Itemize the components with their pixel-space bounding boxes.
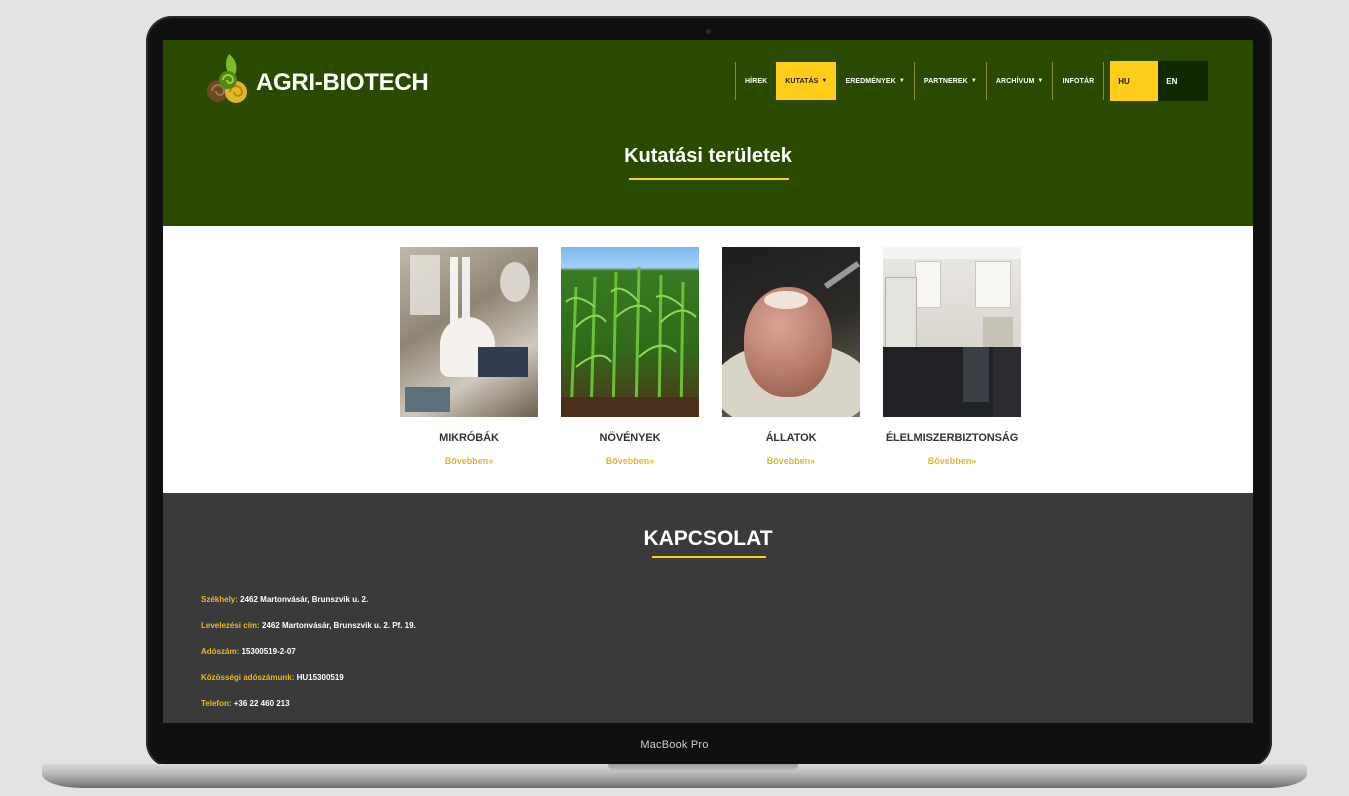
- contact-title: KAPCSOLAT: [643, 527, 773, 550]
- nav-item-eredmenyek[interactable]: EREDMÉNYEK ▼: [836, 62, 913, 100]
- contact-eu-tax-number: Közösségi adószámunk: HU15300519: [201, 673, 344, 682]
- contact-phone: Telefon: +36 22 460 213: [201, 699, 290, 708]
- research-areas: MIKRÓBÁK Bővebben» NÖVÉNYEK Bővebben» ÁL…: [163, 226, 1253, 493]
- research-card-title: ÉLELMISZERBIZTONSÁG: [885, 432, 1019, 444]
- research-card-novenyek[interactable]: NÖVÉNYEK Bővebben»: [561, 247, 699, 466]
- research-card-elelmiszerbiztonsag[interactable]: ÉLELMISZERBIZTONSÁG Bővebben»: [883, 247, 1021, 466]
- nav-item-label: HÍREK: [745, 77, 768, 85]
- more-link[interactable]: Bővebben»: [400, 456, 538, 466]
- contact-underline: [652, 556, 766, 558]
- chevron-down-icon: ▼: [821, 78, 828, 84]
- chevron-down-icon: ▼: [970, 78, 977, 84]
- nav-item-kutatas[interactable]: KUTATÁS ▼: [776, 62, 837, 100]
- contact-label: Levelezési cím:: [201, 621, 260, 630]
- brand-name[interactable]: AGRI-BIOTECH: [256, 69, 429, 97]
- research-card-title: MIKRÓBÁK: [439, 432, 499, 444]
- contact-address: Székhely: 2462 Martonvásár, Brunszvik u.…: [201, 595, 368, 604]
- logo-icon[interactable]: [203, 50, 255, 106]
- language-switcher: HU EN: [1110, 61, 1209, 101]
- language-en-button[interactable]: EN: [1158, 61, 1208, 101]
- research-card-title: ÁLLATOK: [765, 432, 817, 444]
- research-card-mikrobak[interactable]: MIKRÓBÁK Bővebben»: [400, 247, 538, 466]
- contact-mailing-address: Levelezési cím: 2462 Martonvásár, Brunsz…: [201, 621, 416, 630]
- contact-label: Telefon:: [201, 699, 232, 708]
- chevron-down-icon: ▼: [898, 78, 905, 84]
- more-link[interactable]: Bővebben»: [722, 456, 860, 466]
- nav-item-label: ARCHÍVUM: [995, 77, 1035, 85]
- research-card-allatok[interactable]: ÁLLATOK Bővebben»: [722, 247, 860, 466]
- language-hu-button[interactable]: HU: [1110, 61, 1159, 101]
- camera-icon: [706, 29, 711, 34]
- contact-value: 2462 Martonvásár, Brunszvik u. 2. Pf. 19…: [261, 621, 416, 630]
- more-link[interactable]: Bővebben»: [883, 456, 1021, 466]
- page-title: Kutatási területek: [624, 145, 792, 167]
- allatok-image[interactable]: [722, 247, 860, 417]
- nav-item-archivum[interactable]: ARCHÍVUM ▼: [987, 62, 1053, 100]
- screen: AGRI-BIOTECH HÍREK KUTATÁS ▼ EREDMÉNYEK …: [163, 40, 1253, 723]
- contact-value[interactable]: +36 22 460 213: [234, 699, 290, 708]
- contact-section: KAPCSOLAT Székhely: 2462 Martonvásár, Br…: [163, 493, 1253, 723]
- nav-item-infotar[interactable]: INFOTÁR: [1053, 62, 1103, 100]
- contact-value: 2462 Martonvásár, Brunszvik u. 2.: [240, 595, 369, 604]
- nav-separator: [1103, 62, 1105, 100]
- novenyek-image[interactable]: [561, 247, 699, 417]
- nav-item-label: PARTNEREK: [923, 77, 968, 85]
- device-label: MacBook Pro: [640, 739, 709, 751]
- contact-label: Adószám:: [201, 647, 240, 656]
- nav-item-partnerek[interactable]: PARTNEREK ▼: [915, 62, 986, 100]
- main-nav: HÍREK KUTATÁS ▼ EREDMÉNYEK ▼ PARTNEREK ▼…: [735, 61, 1209, 101]
- title-underline: [629, 178, 789, 180]
- more-link[interactable]: Bővebben»: [561, 456, 699, 466]
- contact-label: Székhely:: [201, 595, 238, 604]
- elelmiszerbiztonsag-image[interactable]: [883, 247, 1021, 417]
- nav-item-hirek[interactable]: HÍREK: [736, 62, 776, 100]
- mikrobak-image[interactable]: [400, 247, 538, 417]
- chevron-down-icon: ▼: [1037, 78, 1044, 84]
- contact-value: HU15300519: [296, 673, 344, 682]
- research-card-title: NÖVÉNYEK: [599, 432, 661, 444]
- contact-value: 15300519-2-07: [241, 647, 296, 656]
- contact-label: Közösségi adószámunk:: [201, 673, 295, 682]
- nav-item-label: INFOTÁR: [1062, 77, 1095, 85]
- nav-item-label: KUTATÁS: [785, 77, 819, 85]
- site-header: AGRI-BIOTECH HÍREK KUTATÁS ▼ EREDMÉNYEK …: [163, 40, 1253, 226]
- laptop-notch: [608, 764, 798, 772]
- nav-item-label: EREDMÉNYEK: [845, 77, 896, 85]
- contact-tax-number: Adószám: 15300519-2-07: [201, 647, 296, 656]
